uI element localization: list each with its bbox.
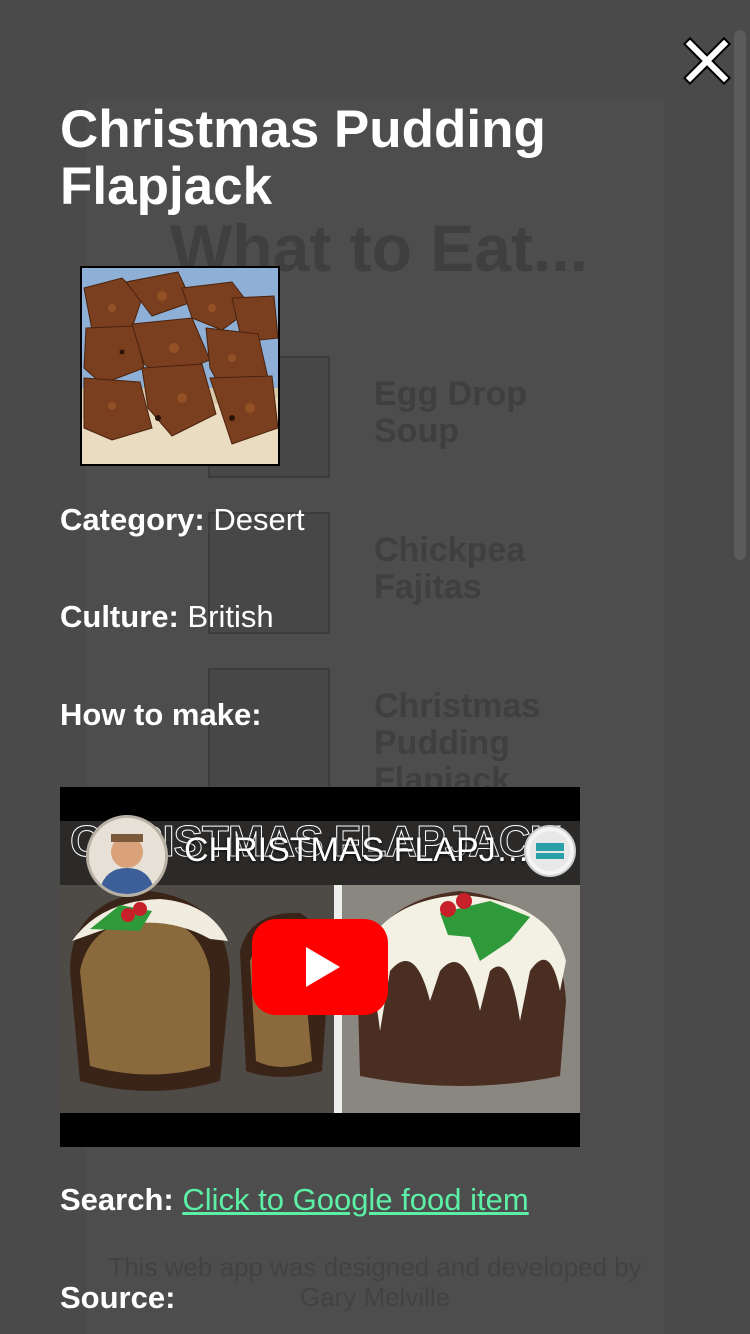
category-field: Category: Desert	[60, 502, 305, 538]
how-to-make-label: How to make:	[60, 697, 262, 732]
culture-label: Culture:	[60, 599, 179, 634]
category-value: Desert	[213, 502, 305, 537]
recipe-image	[80, 266, 280, 466]
source-field: Source:	[60, 1280, 175, 1316]
how-to-make-field: How to make:	[60, 697, 262, 733]
source-label: Source:	[60, 1280, 176, 1315]
channel-avatar-icon[interactable]	[86, 815, 168, 897]
close-icon	[682, 36, 732, 86]
search-field: Search: Click to Google food item	[60, 1182, 529, 1218]
google-search-link[interactable]: Click to Google food item	[182, 1182, 528, 1217]
channel-logo-icon[interactable]	[524, 825, 576, 877]
recipe-overlay: Christmas Pudding Flapjack Category: Des…	[0, 0, 750, 1334]
scrollbar[interactable]	[734, 30, 746, 560]
recipe-title: Christmas Pudding Flapjack	[60, 100, 546, 216]
youtube-play-button[interactable]	[252, 919, 388, 1015]
video-title[interactable]: CHRISTMAS FLAPJA...	[184, 831, 544, 870]
culture-field: Culture: British	[60, 599, 274, 635]
youtube-play-icon	[252, 919, 388, 1015]
youtube-video-embed[interactable]: CHRISTMAS FLAPJACK CHRISTMAS FLAPJA...	[60, 787, 580, 1147]
category-label: Category:	[60, 502, 205, 537]
search-label: Search:	[60, 1182, 174, 1217]
close-button[interactable]	[682, 36, 732, 86]
culture-value: British	[187, 599, 274, 634]
